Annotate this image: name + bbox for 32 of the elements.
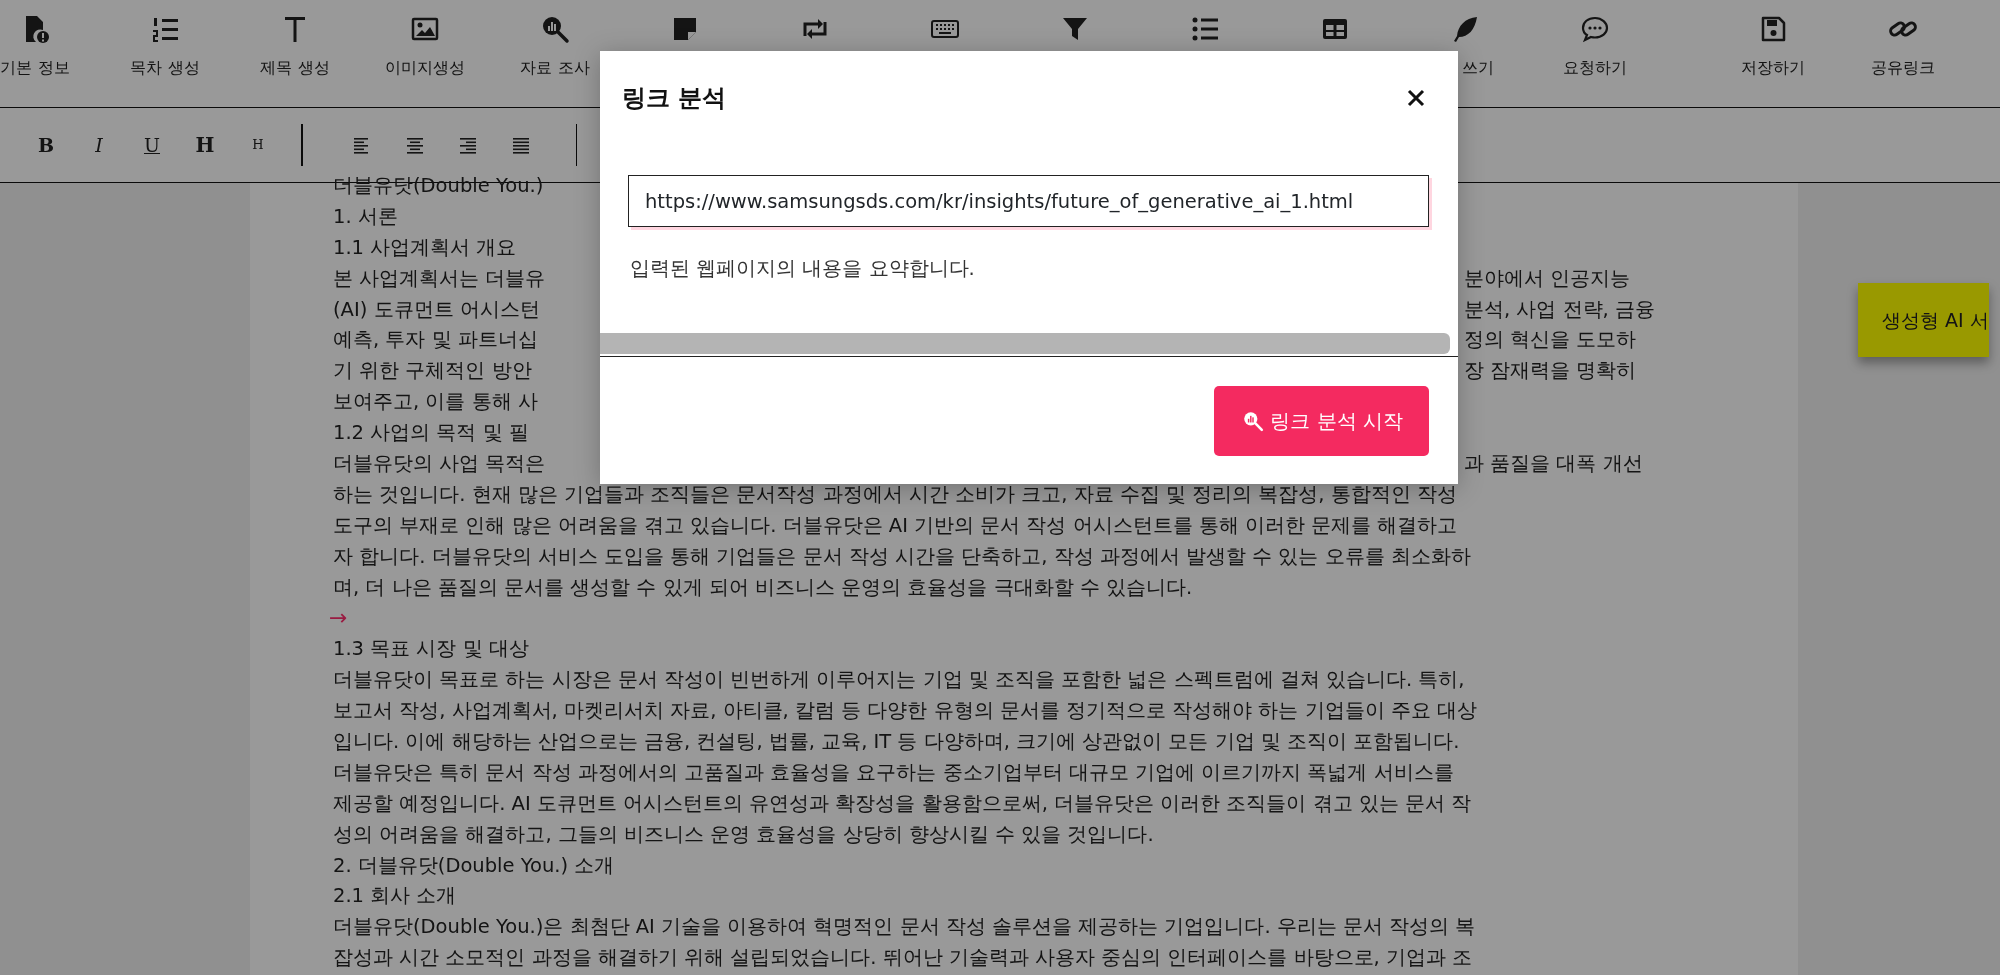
document-text: 입니다. 이에 해당하는 산업으로는 금융, 컨설팅, 법률, 교육, IT 등 다양하며, 크기에 상관없이 모든 기업 및 조직이 포함됩니다. [333,731,1460,754]
document-text: 장 잠재력을 명확히 [1464,360,1637,383]
document-text: 자 합니다. 더블유닷의 서비스 도입을 통해 기업들은 문서 작성 시간을 단축하고, 작성 과정에서 발생할 수 있는 오류를 최소화하 [333,545,1471,568]
document-text: 보여주고, 이를 통해 사 [333,390,538,414]
document-text: 보고서 작성, 사업계획서, 마켓리서치 자료, 아티클, 칼럼 등 다양한 유형의 문서를 정기적으로 작성해야 하는 기업들이 주요 대상 [333,700,1477,723]
document-text: 정의 혁신을 도모하 [1464,329,1637,352]
document-text: 더블유닷의 사업 목적은 [333,452,546,475]
cursor-arrow: → [329,605,348,631]
document-text: 제공할 예정입니다. AI 도큐먼트 어시스턴트의 유연성과 확장성을 활용함으로써, 더블유닷은 이러한 조직들이 겪고 있는 문서 작 [333,792,1472,815]
dialog-title: 링크 분석 [622,83,727,113]
document-text: 1.1 사업계획서 개요 [333,236,517,259]
document-text: 도구의 부재로 인해 많은 어려움을 겪고 있습니다. 더블유닷은 AI 기반의 문서 작성 어시스턴트를 통해 이러한 문제를 해결하고 [333,514,1458,537]
document-text: 분야에서 인공지능 [1464,267,1631,290]
document-text: 2. 더블유닷(Double You.) 소개 [333,854,615,877]
document-text: 잡성과 시간 소모적인 과정을 해결하기 위해 설립되었습니다. 뛰어난 기술력과 사용자 중심의 인터페이스를 바탕으로, 기업과 조 [333,947,1473,970]
document-text: 예측, 투자 및 파트너십 [333,328,538,352]
document-text: 더블유닷은 특히 문서 작성 과정에서의 고품질과 효율성을 요구하는 중소기업부터 대규모 기업에 이르기까지 폭넓게 서비스를 [333,761,1454,784]
document-text: 더블유닷(Double You.)은 최첨단 AI 기술을 이용하여 혁명적인 문서 작성 솔루션을 제공하는 기업입니다. 우리는 문서 작성의 복 [333,916,1476,939]
document-text: 기 위한 구체적인 방안 [333,359,532,383]
document-text: 1.2 사업의 목적 및 필 [333,421,529,445]
document-text: 1. 서론 [333,205,398,228]
document-text: 성의 어려움을 해결하고, 그들의 비즈니스 운영 효율성을 상당히 향상시킬 수 있을 것입니다. [333,823,1154,846]
document-text: (AI) 도큐먼트 어시스턴 [333,297,540,321]
document-text: 2.1 회사 소개 [333,885,457,908]
document-text: 하는 것입니다. 현재 많은 기업들과 조직들은 문서작성 과정에서 시간 소비가 크고, 자료 수집 및 정리의 복잡성, 통합적인 작성 [333,483,1457,506]
document-text: 며, 더 나은 품질의 문서를 생성할 수 있게 되어 비즈니스 운영의 효율성을 극대화할 수 있습니다. [333,576,1193,599]
document-text: 본 사업계획서는 더블유 [333,266,546,290]
help-text: 입력된 웹페이지의 내용을 요약합니다. [630,256,976,282]
document-text: 1.3 목표 시장 및 대상 [333,638,529,661]
document-text: 과 품질을 대폭 개선 [1464,453,1643,475]
document-text: 더블유닷이 목표로 하는 시장은 문서 작성이 빈번하게 이루어지는 기업 및 조직을 포함한 넓은 스펙트럼에 걸쳐 있습니다. 특히, [333,669,1465,692]
document-text: 분석, 사업 전략, 금융 [1464,298,1655,321]
